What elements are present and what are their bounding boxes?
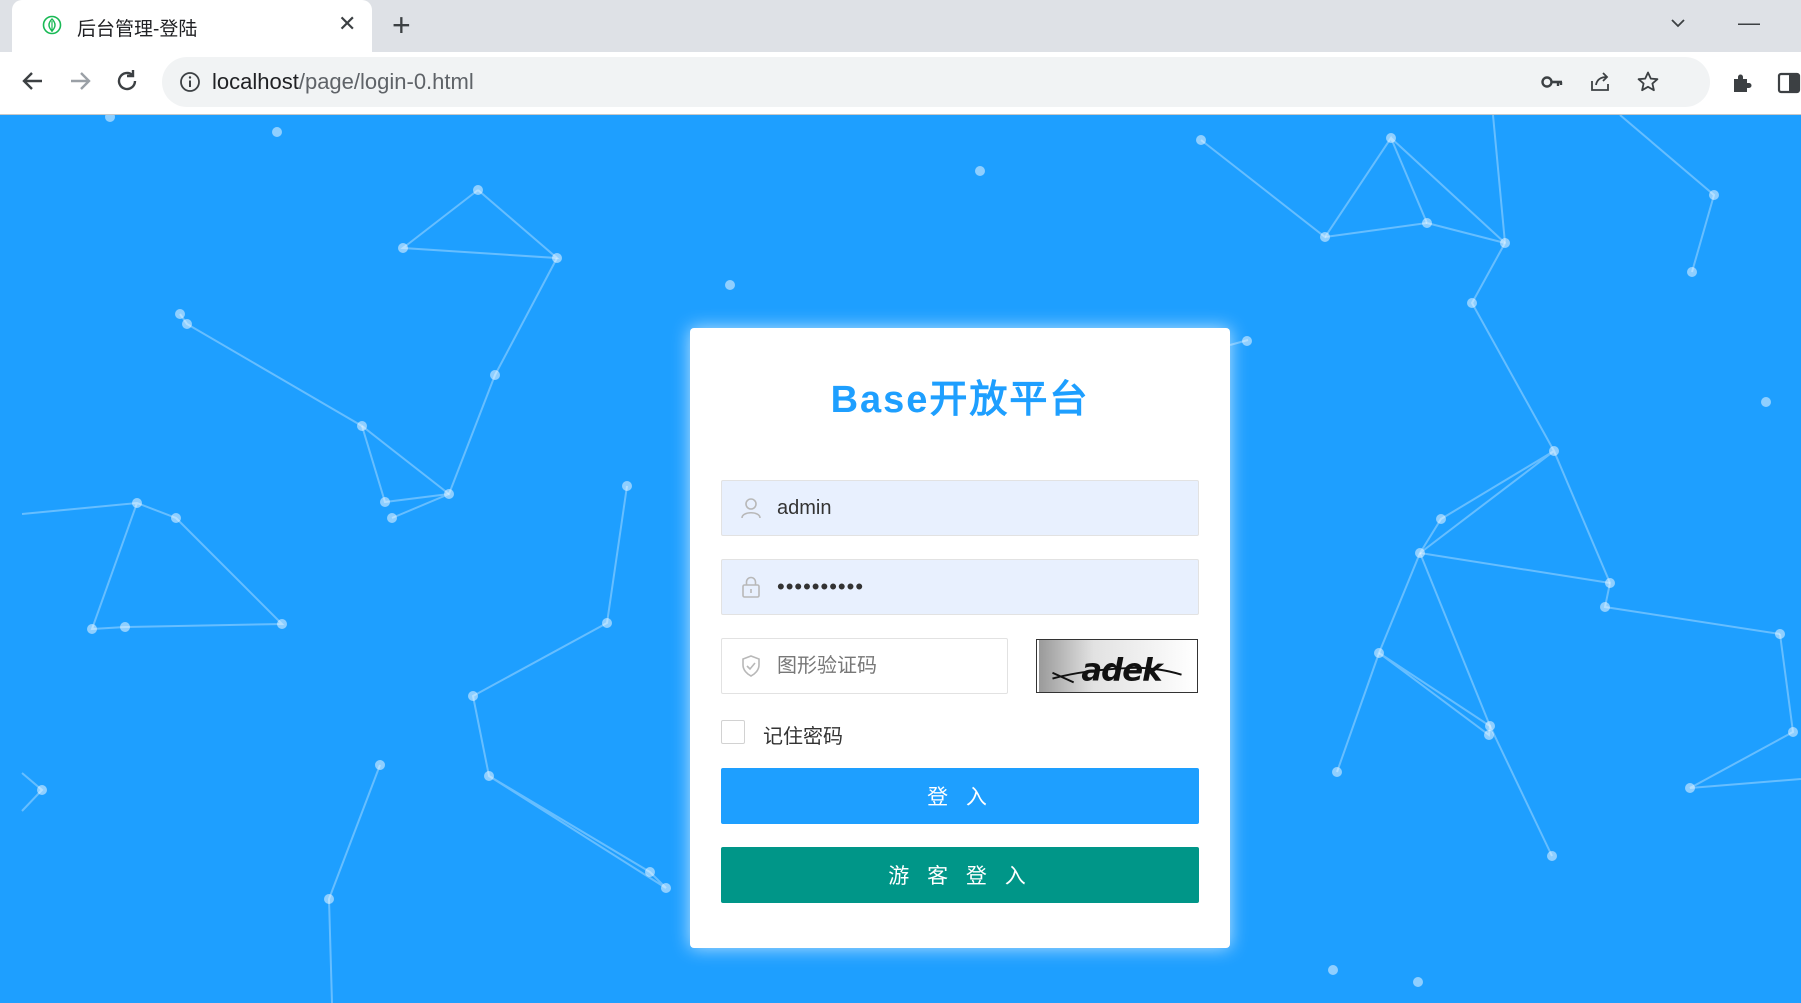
login-page: Base开放平台 ••••••••••: [0, 115, 1801, 1003]
username-field[interactable]: [721, 480, 1199, 536]
reload-icon[interactable]: [112, 66, 142, 96]
url-path: /page/login-0.html: [298, 69, 474, 94]
leaf-favicon-icon: [42, 15, 62, 35]
browser-toolbar: localhost/page/login-0.html: [0, 52, 1801, 115]
url-text: localhost/page/login-0.html: [212, 69, 474, 95]
url-host: localhost: [212, 69, 299, 94]
chevron-down-icon[interactable]: [1667, 12, 1689, 34]
shield-check-icon: [742, 655, 760, 677]
login-button[interactable]: 登 入: [721, 768, 1199, 824]
captcha-text: adek: [1081, 652, 1165, 688]
guest-login-button[interactable]: 游 客 登 入: [721, 847, 1199, 903]
captcha-input[interactable]: [777, 639, 992, 693]
password-input[interactable]: ••••••••••: [777, 560, 1177, 614]
key-icon[interactable]: [1540, 70, 1564, 94]
tab-title: 后台管理-登陆: [77, 19, 198, 40]
browser-chrome: 后台管理-登陆 ✕ + — localhost/page/login-0.htm…: [0, 0, 1801, 115]
remember-label: 记住密码: [763, 726, 843, 748]
user-icon: [741, 498, 761, 519]
tab-close-icon[interactable]: ✕: [338, 12, 356, 36]
password-field[interactable]: ••••••••••: [721, 559, 1199, 615]
side-panel-icon[interactable]: [1776, 70, 1801, 96]
site-info-icon[interactable]: [178, 70, 202, 94]
back-arrow-icon[interactable]: [18, 66, 48, 96]
username-input[interactable]: [777, 481, 1177, 535]
login-card: Base开放平台 ••••••••••: [690, 328, 1230, 948]
captcha-field[interactable]: [721, 638, 1008, 694]
address-bar[interactable]: localhost/page/login-0.html: [162, 57, 1710, 107]
lock-icon: [742, 576, 760, 598]
bookmark-star-icon[interactable]: [1636, 70, 1660, 94]
share-icon[interactable]: [1588, 70, 1612, 94]
new-tab-button[interactable]: +: [392, 8, 411, 42]
page-title: Base开放平台: [830, 379, 1090, 421]
captcha-image[interactable]: adek: [1036, 639, 1198, 693]
browser-tab[interactable]: 后台管理-登陆 ✕: [12, 0, 372, 52]
minimize-window-button[interactable]: —: [1738, 10, 1760, 36]
extensions-puzzle-icon[interactable]: [1729, 70, 1755, 96]
remember-checkbox[interactable]: [721, 720, 745, 744]
tab-strip: 后台管理-登陆 ✕ + —: [0, 0, 1801, 52]
forward-arrow-icon[interactable]: [65, 66, 95, 96]
